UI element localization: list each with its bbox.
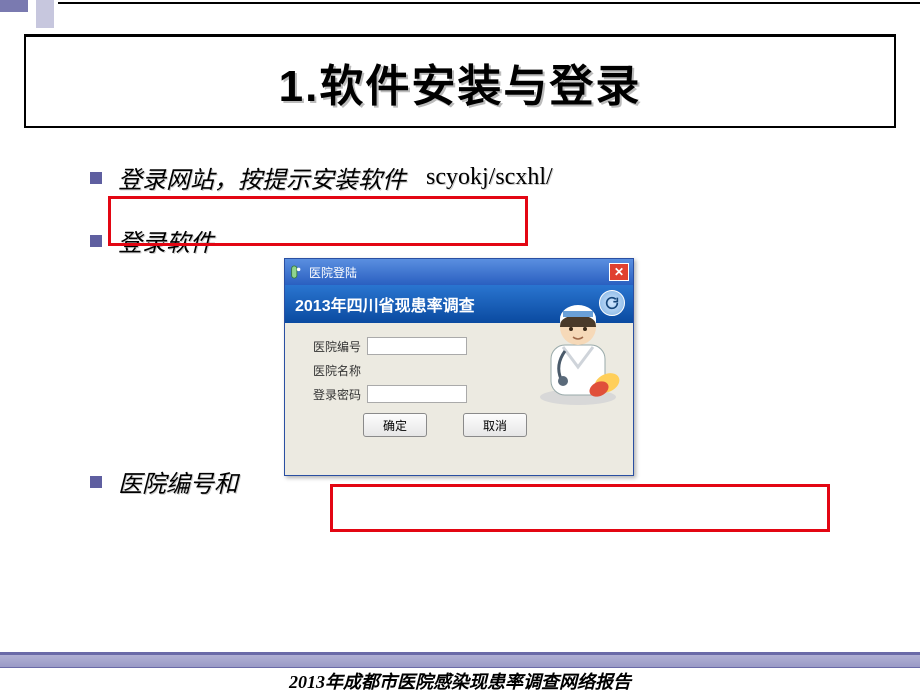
bullet-3-text: 医院编号和 (118, 464, 238, 499)
highlight-box-2 (330, 484, 830, 532)
bullet-icon (90, 476, 102, 488)
title-box: 1.软件安装与登录 (24, 34, 896, 128)
login-dialog: 医院登陆 ✕ 2013年四川省现患率调查 医院编号 医院名称 登录密码 (284, 258, 634, 476)
banner-text: 2013年四川省现患率调查 (295, 292, 475, 316)
cancel-button[interactable]: 取消 (463, 413, 527, 437)
footer-text: 2013年成都市医院感染现患率调查网络报告 (0, 668, 920, 690)
password-label: 登录密码 (303, 386, 361, 403)
highlight-box-1 (108, 196, 528, 246)
button-row: 确定 取消 (363, 413, 619, 437)
hospital-name-field (367, 361, 467, 379)
bullet-1-extra: scyokj/scxhl/ (426, 164, 553, 191)
slide: 1.软件安装与登录 登录网站，按提示安装软件 scyokj/scxhl/ 登录软… (0, 0, 920, 690)
hospital-name-label: 医院名称 (303, 362, 361, 379)
footer-bar (0, 652, 920, 668)
close-icon: ✕ (614, 265, 624, 279)
hospital-id-input[interactable] (367, 337, 467, 355)
dialog-title: 医院登陆 (309, 264, 357, 281)
bullet-1: 登录网站，按提示安装软件 scyokj/scxhl/ (90, 160, 850, 195)
bullet-1-text: 登录网站，按提示安装软件 (118, 160, 406, 195)
hospital-id-label: 医院编号 (303, 338, 361, 355)
form-area: 医院编号 医院名称 登录密码 确定 取消 (285, 323, 633, 447)
close-button[interactable]: ✕ (609, 263, 629, 281)
app-icon (289, 265, 303, 279)
bullet-icon (90, 235, 102, 247)
doctor-avatar (533, 297, 623, 407)
accent-square-2 (36, 0, 54, 28)
accent-bar (58, 2, 920, 4)
dialog-titlebar[interactable]: 医院登陆 ✕ (285, 259, 633, 285)
ok-button[interactable]: 确定 (363, 413, 427, 437)
bullet-icon (90, 172, 102, 184)
page-title: 1.软件安装与登录 (279, 50, 642, 114)
top-accent (0, 0, 920, 12)
password-input[interactable] (367, 385, 467, 403)
accent-square-1 (0, 0, 28, 12)
